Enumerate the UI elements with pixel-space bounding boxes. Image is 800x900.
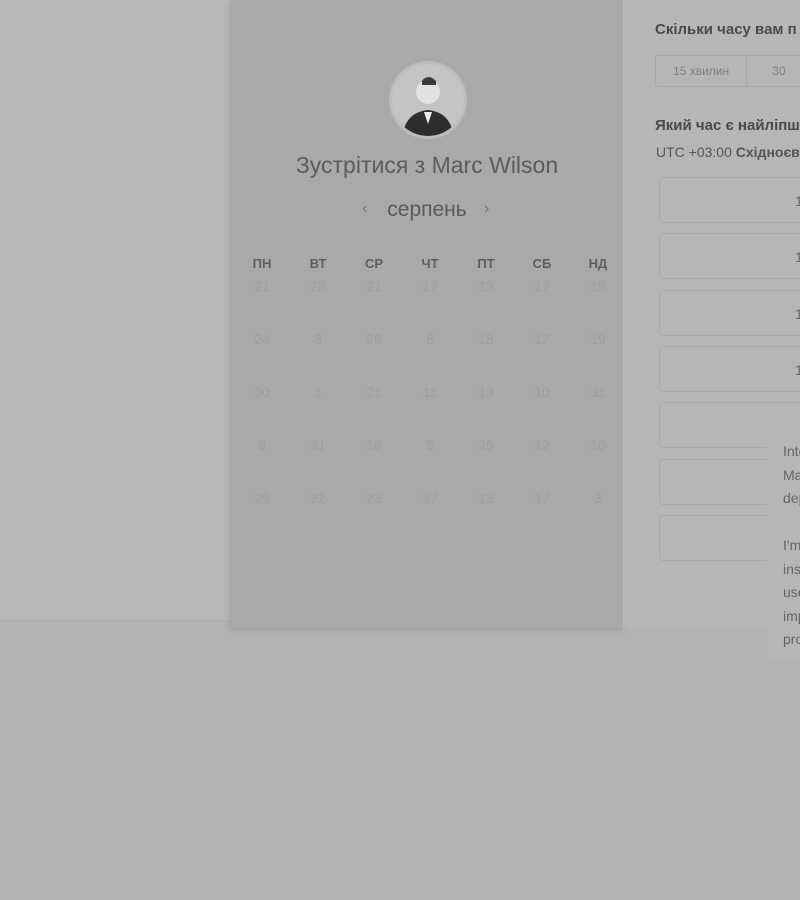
popup-text-line: dep xyxy=(783,490,800,506)
calendar-day[interactable]: 21 xyxy=(234,277,290,330)
duration-option-30[interactable]: 30 xyxy=(747,56,800,86)
calendar-day[interactable]: 31 xyxy=(290,436,346,489)
time-slot-button[interactable]: 1 xyxy=(659,289,800,336)
popup-text-line: Inte xyxy=(783,443,800,459)
calendar-day[interactable]: 27 xyxy=(402,489,458,542)
duration-option-15[interactable]: 15 хвилин xyxy=(656,56,748,86)
calendar-day[interactable]: 18 xyxy=(346,436,402,489)
calendar-day[interactable]: 3 xyxy=(570,489,626,542)
timezone-label[interactable]: UTC +03:00 Східноєв xyxy=(656,144,800,160)
calendar-day[interactable]: 17 xyxy=(514,277,570,330)
popup-text-line: I'm xyxy=(783,537,800,553)
time-question: Який час є найліпш xyxy=(655,117,800,134)
timezone-name: Східноєв xyxy=(735,144,800,160)
calendar-day[interactable]: 15 xyxy=(570,277,626,330)
calendar-day[interactable]: 29 xyxy=(234,489,290,542)
calendar-day[interactable]: 23 xyxy=(346,489,402,542)
calendar-day[interactable]: 26 xyxy=(346,330,402,383)
calendar-day[interactable]: 31 xyxy=(570,383,626,436)
weekday-header: ВТ xyxy=(309,256,327,271)
calendar-day[interactable]: 10 xyxy=(570,436,626,489)
calendar-day[interactable]: 22 xyxy=(290,489,346,542)
weekday-header: СР xyxy=(364,256,384,271)
calendar-day[interactable]: 13 xyxy=(458,489,514,542)
weekday-header: ЧТ xyxy=(421,256,439,271)
calendar-day[interactable]: 19 xyxy=(570,330,626,383)
popup-text-line: ins xyxy=(783,560,800,577)
timezone-offset: UTC +03:00 xyxy=(656,144,732,160)
calendar-day[interactable]: 3 xyxy=(290,330,346,383)
duration-selector: 15 хвилин 30 xyxy=(655,55,800,87)
calendar-day[interactable]: 11 xyxy=(402,383,458,436)
calendar-day[interactable]: 21 xyxy=(346,277,402,330)
popup-text-line xyxy=(783,511,800,535)
page-title: Зустрітися з Marc Wilson xyxy=(295,152,559,178)
host-avatar xyxy=(389,61,467,139)
calendar-day[interactable]: 17 xyxy=(514,330,570,383)
calendar-day[interactable]: 17 xyxy=(402,277,458,330)
calendar-grid: ПН ВТ СР ЧТ ПТ СБ НД 21 28 21 17 13 17 15 24 3 26 6 18 17 19… xyxy=(234,255,626,542)
calendar-day[interactable]: 25 xyxy=(458,436,514,489)
time-slot-button[interactable]: 1 xyxy=(659,233,800,280)
calendar-day[interactable]: 5 xyxy=(402,436,458,489)
popup-text-line: Ma xyxy=(783,466,800,483)
next-month-button[interactable]: › xyxy=(484,200,489,218)
calendar-day[interactable]: 13 xyxy=(458,383,514,436)
month-label: серпень xyxy=(387,198,467,221)
calendar-day[interactable]: 6 xyxy=(402,330,458,383)
duration-question: Скільки часу вам п xyxy=(655,21,797,38)
calendar-day[interactable]: 24 xyxy=(234,330,290,383)
popup-text-line: use xyxy=(783,584,800,600)
weekday-header: ПН xyxy=(252,256,272,271)
weekday-header: ПТ xyxy=(477,256,495,271)
calendar-day[interactable]: 10 xyxy=(514,383,570,436)
calendar-day[interactable]: 18 xyxy=(458,330,514,383)
calendar-card: Зустрітися з Marc Wilson ‹ серпень › ПН В… xyxy=(231,0,623,628)
time-slot-button[interactable]: 1 xyxy=(659,177,800,223)
calendar-day[interactable]: 17 xyxy=(514,489,570,542)
calendar-day[interactable]: 28 xyxy=(290,277,346,330)
weekday-header: НД xyxy=(588,256,608,271)
time-slot-button[interactable]: 1 xyxy=(659,345,800,392)
calendar-day[interactable]: 9 xyxy=(234,436,290,489)
calendar-day[interactable]: 21 xyxy=(346,383,402,436)
popup-text-line: pro xyxy=(783,631,800,647)
popup-text-line: imp xyxy=(783,607,800,624)
calendar-day[interactable]: 12 xyxy=(514,436,570,489)
calendar-day[interactable]: 1 xyxy=(290,383,346,436)
host-description-popup: Inte Ma dep I'm ins use imp pro xyxy=(767,430,800,660)
calendar-day[interactable]: 13 xyxy=(458,277,514,330)
calendar-day[interactable]: 30 xyxy=(234,383,290,436)
weekday-header: СБ xyxy=(532,256,552,271)
